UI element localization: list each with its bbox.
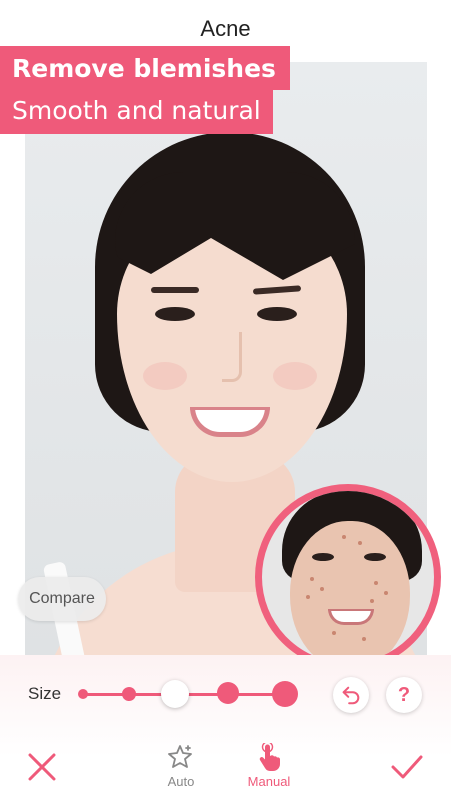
manual-mode-tab[interactable]: Manual [234, 742, 304, 789]
size-control: Size ? [0, 672, 451, 716]
compare-button[interactable]: Compare [18, 577, 106, 621]
close-icon[interactable] [25, 750, 59, 784]
blemish-spot [370, 599, 374, 603]
photo-brow-left [151, 287, 199, 293]
photo-eye-left [155, 307, 195, 321]
blemish-spot [306, 595, 310, 599]
blemish-spot [362, 637, 366, 641]
size-option-4[interactable] [217, 682, 239, 704]
blemish-spot [358, 541, 362, 545]
before-image-inset [255, 484, 441, 670]
blemish-spot [374, 581, 378, 585]
auto-mode-label: Auto [167, 774, 195, 789]
promo-subheadline: Smooth and natural [0, 90, 273, 134]
size-option-3-selected[interactable] [161, 680, 189, 708]
blemish-spot [332, 631, 336, 635]
photo-eye-right [257, 307, 297, 321]
bottom-toolbar: Auto Manual [0, 738, 451, 800]
blemish-spot [342, 535, 346, 539]
promo-headline: Remove blemishes [0, 46, 290, 90]
size-option-2[interactable] [122, 687, 136, 701]
photo-cheek-right [273, 362, 317, 390]
size-option-5[interactable] [272, 681, 298, 707]
undo-button[interactable] [333, 677, 369, 713]
before-eye-right [364, 553, 386, 561]
auto-mode-tab[interactable]: Auto [146, 742, 216, 789]
undo-icon [342, 686, 360, 705]
page-title: Acne [200, 16, 251, 41]
hand-tap-icon [259, 743, 280, 771]
photo-nose [222, 332, 242, 382]
magic-star-icon [168, 745, 192, 768]
size-option-1[interactable] [78, 689, 88, 699]
before-eye-left [312, 553, 334, 561]
blemish-spot [320, 587, 324, 591]
manual-mode-label: Manual [247, 774, 291, 789]
help-button[interactable]: ? [386, 677, 422, 713]
photo-cheek-left [143, 362, 187, 390]
size-label: Size [28, 684, 62, 703]
blemish-spot [384, 591, 388, 595]
check-icon[interactable] [389, 752, 425, 782]
blemish-spot [310, 577, 314, 581]
